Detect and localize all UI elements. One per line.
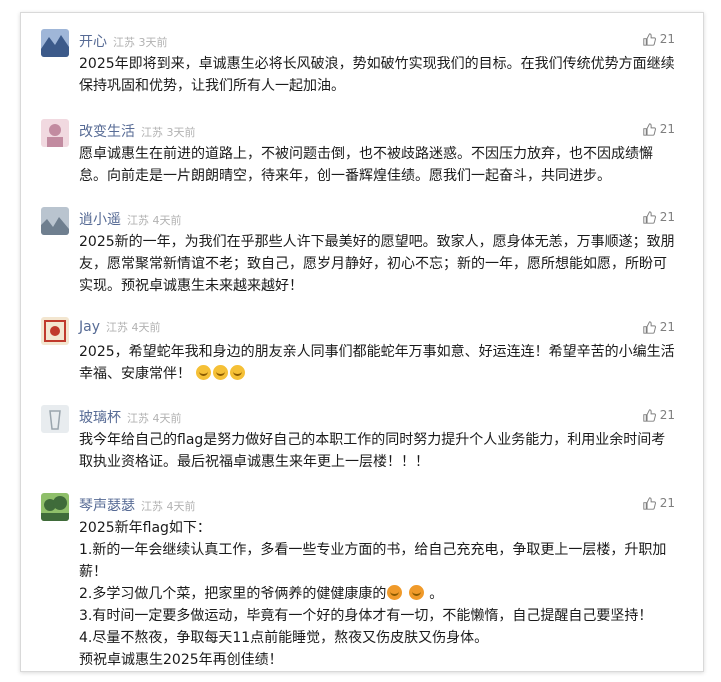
avatar[interactable]	[41, 317, 69, 345]
like-button[interactable]: 21	[643, 320, 675, 334]
comment-line: 1.新的一年会继续认真工作，多看一些专业方面的书，给自己充充电，争取更上一层楼，…	[79, 542, 667, 580]
emoji-icon	[408, 585, 424, 600]
comment-line: 预祝卓诚惠生2025年再创佳绩！	[79, 652, 283, 668]
avatar[interactable]	[41, 119, 69, 147]
thumbs-up-icon	[643, 32, 656, 46]
thumbs-up-icon	[643, 320, 656, 334]
emoji-icon	[387, 585, 403, 600]
comment-line-tail: 。	[429, 586, 444, 602]
like-count: 21	[659, 122, 675, 136]
commenter-name[interactable]: 玻璃杯	[79, 410, 121, 426]
like-count: 21	[659, 496, 675, 510]
avatar[interactable]	[41, 405, 69, 433]
comment-meta: 江苏 4天前	[141, 500, 196, 513]
thumbs-up-icon	[643, 210, 656, 224]
comment-line: 2.多学习做几个菜，把家里的爷俩养的健健康康的	[79, 586, 387, 602]
like-button[interactable]: 21	[643, 408, 675, 422]
avatar[interactable]	[41, 207, 69, 235]
like-button[interactable]: 21	[643, 210, 675, 224]
comment-text-block: 2025新年flag如下： 1.新的一年会继续认真工作，多看一些专业方面的书，给…	[79, 517, 679, 671]
comment-text: 我今年给自己的flag是努力做好自己的本职工作的同时努力提升个人业务能力，利用业…	[79, 432, 666, 470]
commenter-name[interactable]: 逍小遥	[79, 212, 121, 228]
commenter-name[interactable]: 开心	[79, 34, 107, 50]
comment-line: 2025新年flag如下：	[79, 520, 211, 536]
like-count: 21	[659, 32, 675, 46]
avatar[interactable]	[41, 29, 69, 57]
comment-text: 2025新的一年，为我们在乎那些人许下最美好的愿望吧。致家人，愿身体无恙，万事顺…	[79, 234, 675, 294]
comment-line: 4.尽量不熬夜，争取每天11点前能睡觉，熬夜又伤皮肤又伤身体。	[79, 630, 489, 646]
like-button[interactable]: 21	[643, 496, 675, 510]
thumbs-up-icon	[643, 496, 656, 510]
like-button[interactable]: 21	[643, 32, 675, 46]
comment-meta: 江苏 3天前	[113, 36, 168, 49]
like-count: 21	[659, 320, 675, 334]
comment-text: 2025年即将到来，卓诚惠生必将长风破浪，势如破竹实现我们的目标。在我们传统优势…	[79, 56, 675, 94]
emoji-icon	[213, 365, 229, 380]
commenter-name[interactable]: Jay	[79, 319, 100, 335]
comment-text: 2025，希望蛇年我和身边的朋友亲人同事们都能蛇年万事如意、好运连连！希望辛苦的…	[79, 344, 675, 382]
thumbs-up-icon	[643, 408, 656, 422]
comment-line-with-emoji: 2.多学习做几个菜，把家里的爷俩养的健健康康的 。	[79, 583, 679, 605]
comment-meta: 江苏 3天前	[141, 126, 196, 139]
comment-text: 愿卓诚惠生在前进的道路上，不被问题击倒，也不被歧路迷惑。不因压力放弃，也不因成绩…	[79, 146, 653, 184]
comment-meta: 江苏 4天前	[127, 214, 182, 227]
comment-meta: 江苏 4天前	[127, 412, 182, 425]
commenter-name[interactable]: 琴声瑟瑟	[79, 498, 135, 514]
emoji-icon	[196, 365, 212, 380]
like-count: 21	[659, 210, 675, 224]
avatar[interactable]	[41, 493, 69, 521]
comment-meta: 江苏 4天前	[106, 321, 161, 334]
comment-line: 3.有时间一定要多做运动，毕竟有一个好的身体才有一切，不能懒惰，自己提醒自己要坚…	[79, 608, 653, 624]
comment-text-block: 2025，希望蛇年我和身边的朋友亲人同事们都能蛇年万事如意、好运连连！希望辛苦的…	[79, 341, 679, 385]
commenter-name[interactable]: 改变生活	[79, 124, 135, 140]
like-count: 21	[659, 408, 675, 422]
thumbs-up-icon	[643, 122, 656, 136]
like-button[interactable]: 21	[643, 122, 675, 136]
emoji-icon	[230, 365, 246, 380]
comments-panel: 开心 江苏 3天前 21 2025年即将到来，卓诚惠生必将长风破浪，势如破竹实现我…	[20, 12, 704, 672]
